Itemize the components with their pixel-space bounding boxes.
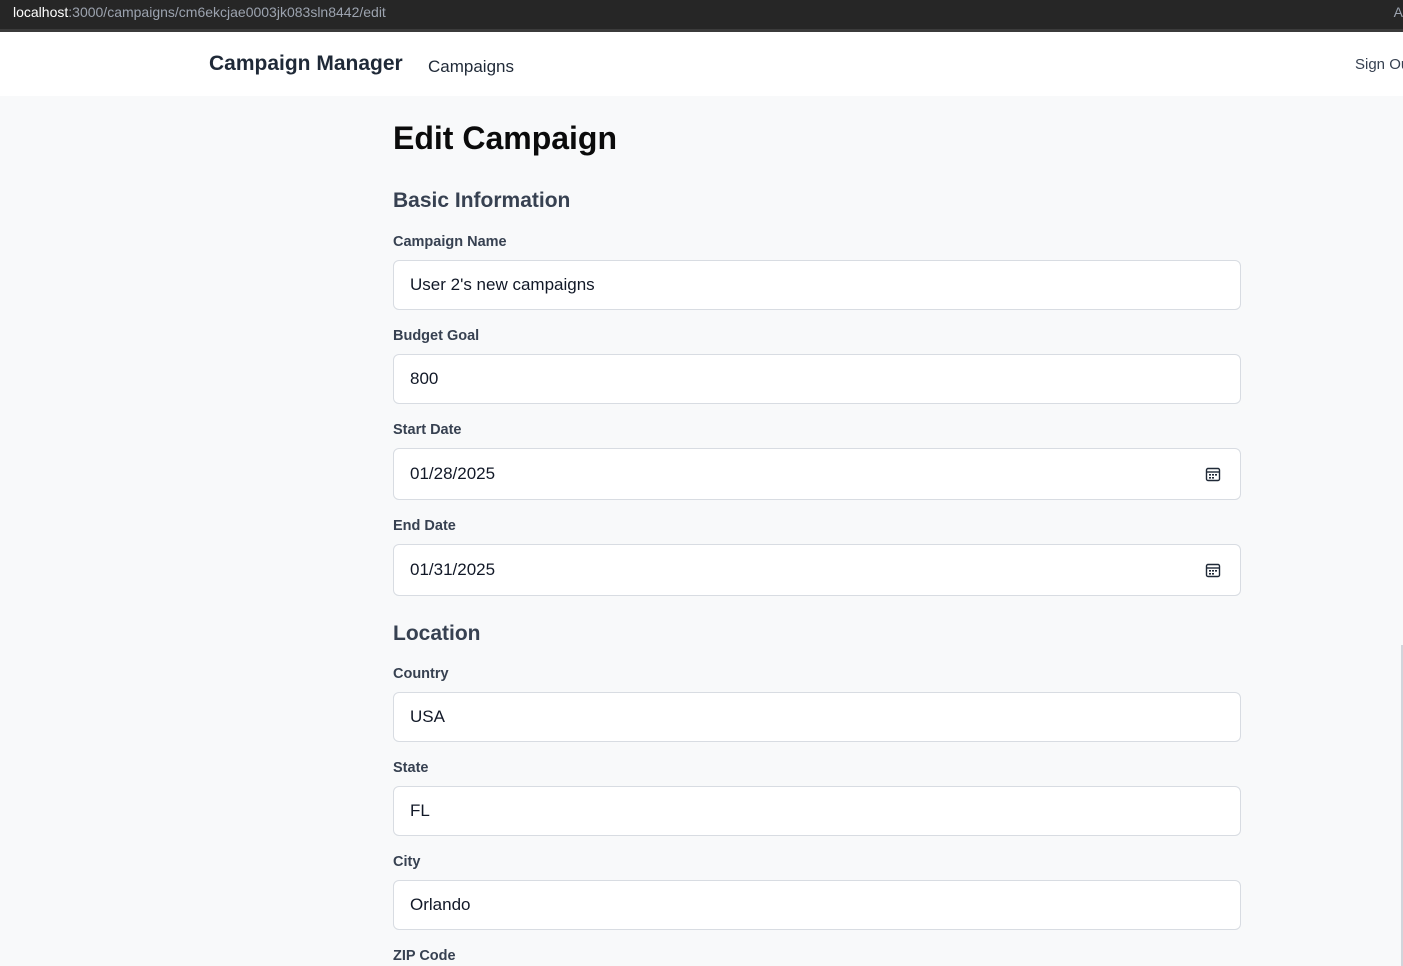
budget-goal-label: Budget Goal bbox=[393, 328, 480, 344]
sign-out-button[interactable]: Sign Ou bbox=[1355, 56, 1403, 73]
address-bar-edge-glyph: A bbox=[1393, 4, 1403, 20]
country-input[interactable] bbox=[394, 693, 1240, 741]
end-date-field[interactable] bbox=[393, 544, 1241, 596]
top-navbar: Campaign Manager Campaigns Sign Ou bbox=[0, 32, 1403, 96]
city-input[interactable] bbox=[394, 881, 1240, 929]
calendar-icon[interactable] bbox=[1205, 466, 1221, 482]
brand-logo-text[interactable]: Campaign Manager bbox=[209, 52, 403, 76]
calendar-icon[interactable] bbox=[1205, 562, 1221, 578]
state-field[interactable] bbox=[393, 786, 1241, 836]
campaign-name-field[interactable] bbox=[393, 260, 1241, 310]
section-basic-information: Basic Information bbox=[393, 189, 571, 212]
budget-goal-field[interactable] bbox=[393, 354, 1241, 404]
url-path: :3000/campaigns/cm6ekcjae0003jk083sln844… bbox=[68, 4, 386, 20]
page-title: Edit Campaign bbox=[393, 120, 618, 156]
city-label: City bbox=[393, 854, 421, 870]
url-host: localhost bbox=[13, 4, 69, 20]
country-label: Country bbox=[393, 666, 449, 682]
start-date-field[interactable] bbox=[393, 448, 1241, 500]
address-url[interactable]: localhost:3000/campaigns/cm6ekcjae0003jk… bbox=[13, 4, 386, 20]
start-date-label: Start Date bbox=[393, 422, 462, 438]
end-date-label: End Date bbox=[393, 518, 456, 534]
zip-code-label: ZIP Code bbox=[393, 948, 456, 964]
browser-address-bar[interactable]: localhost:3000/campaigns/cm6ekcjae0003jk… bbox=[0, 0, 1403, 32]
city-field[interactable] bbox=[393, 880, 1241, 930]
state-label: State bbox=[393, 760, 429, 776]
country-field[interactable] bbox=[393, 692, 1241, 742]
state-input[interactable] bbox=[394, 787, 1240, 835]
campaign-name-label: Campaign Name bbox=[393, 234, 507, 250]
campaign-name-input[interactable] bbox=[394, 261, 1240, 309]
section-location: Location bbox=[393, 622, 481, 645]
nav-link-campaigns[interactable]: Campaigns bbox=[428, 57, 514, 77]
start-date-input[interactable] bbox=[394, 449, 1240, 499]
budget-goal-input[interactable] bbox=[394, 355, 1240, 403]
end-date-input[interactable] bbox=[394, 545, 1240, 595]
